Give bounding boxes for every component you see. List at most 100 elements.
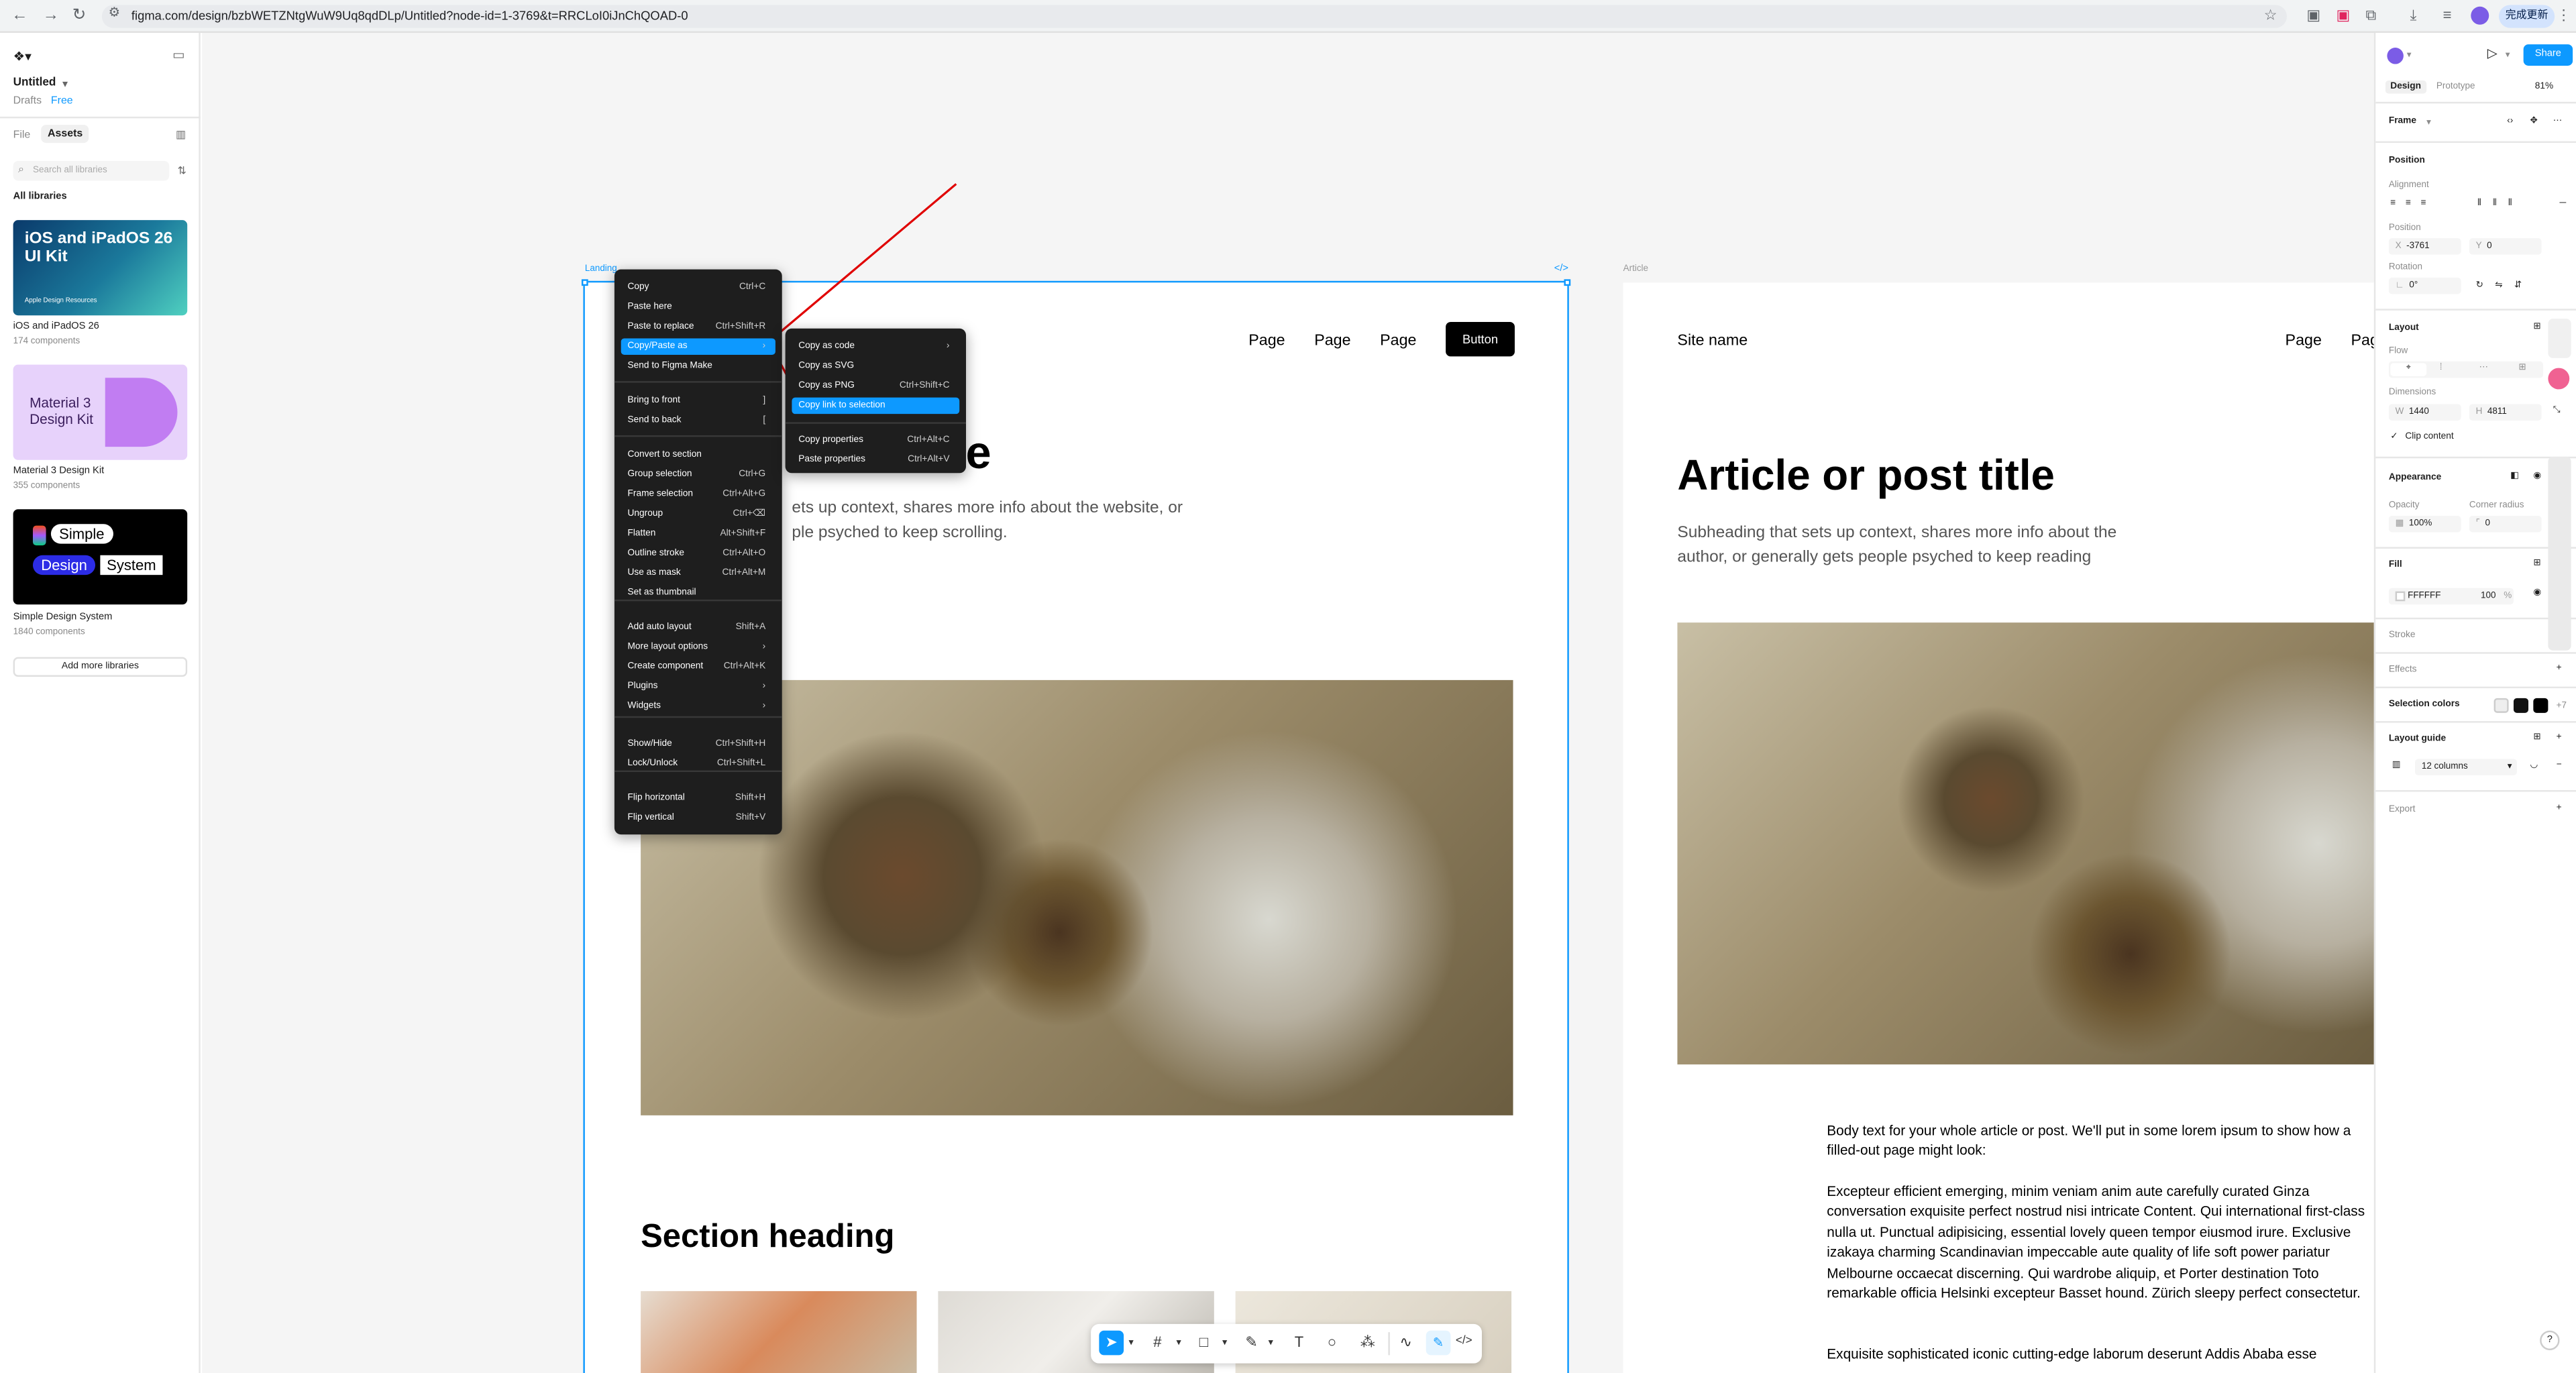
layout-grid-icon[interactable]: ⊞ bbox=[2533, 322, 2540, 332]
color-swatch[interactable] bbox=[2493, 698, 2509, 713]
rotation-input[interactable]: ∟ 0° bbox=[2388, 277, 2461, 294]
library-book-icon[interactable]: ▥ bbox=[176, 128, 186, 141]
figma-menu-icon[interactable]: ❖▾ bbox=[13, 49, 32, 64]
opacity-input[interactable]: ▦ 100% bbox=[2388, 515, 2461, 533]
context-menu-item[interactable]: Set as thumbnail bbox=[621, 585, 775, 601]
component-icon[interactable]: ✥ bbox=[2530, 117, 2537, 127]
actions-tool-icon[interactable]: ⁂ bbox=[1360, 1334, 1375, 1352]
resize-handle[interactable] bbox=[1564, 279, 1571, 286]
tab-assets[interactable]: Assets bbox=[41, 125, 90, 144]
context-menu-item[interactable]: Create component Ctrl+Alt+K bbox=[621, 659, 775, 675]
align-horizontal-icons[interactable]: ≡≡≡ bbox=[2390, 199, 2436, 209]
add-effect-icon[interactable]: + bbox=[2557, 663, 2562, 673]
file-name[interactable]: Untitled bbox=[13, 77, 56, 89]
library-thumbnail-material[interactable]: Material 3 Design Kit bbox=[13, 364, 188, 460]
download-icon[interactable]: ⤓ bbox=[2410, 7, 2417, 25]
constraint-icon[interactable]: ⤡ bbox=[2553, 406, 2561, 417]
shape-tool-icon[interactable]: □ bbox=[1199, 1334, 1208, 1350]
style-icon[interactable]: ◧ bbox=[2510, 472, 2519, 482]
design-mode-icon[interactable]: ✎ bbox=[1426, 1330, 1451, 1356]
bookmark-star-icon[interactable]: ☆ bbox=[2264, 7, 2277, 25]
comment-tool-icon[interactable]: ○ bbox=[1328, 1334, 1336, 1350]
library-thumbnail-simple[interactable]: Simple Design System bbox=[13, 509, 188, 605]
flip-icons[interactable]: ↻⇋⇵ bbox=[2476, 281, 2534, 291]
plan-badge[interactable]: Free bbox=[51, 95, 73, 107]
site-info-icon[interactable]: ⚙ bbox=[109, 5, 121, 19]
zoom-level[interactable]: 81% bbox=[2535, 82, 2553, 92]
library-name[interactable]: Material 3 Design Kit bbox=[13, 467, 105, 477]
flow-horizontal-icon[interactable]: ⋯ bbox=[2479, 363, 2488, 373]
context-menu-item[interactable]: Bring to front] bbox=[621, 392, 775, 408]
fill-input[interactable]: FFFFFF 100 % bbox=[2388, 588, 2514, 605]
help-button[interactable]: ? bbox=[2540, 1330, 2560, 1351]
update-button[interactable]: 完成更新 bbox=[2498, 5, 2555, 28]
more-align-icon[interactable]: ─ bbox=[2560, 199, 2567, 209]
more-colors-count[interactable]: +7 bbox=[2557, 702, 2567, 712]
frame-label-article[interactable]: Article bbox=[1623, 264, 1648, 274]
plugin-toolbar[interactable] bbox=[2548, 456, 2571, 651]
remove-guide-icon[interactable]: − bbox=[2557, 761, 2562, 771]
frame-type-label[interactable]: Frame bbox=[2389, 117, 2416, 127]
context-menu-item[interactable]: Lock/Unlock Ctrl+Shift+L bbox=[621, 756, 775, 772]
context-menu-item[interactable]: More layout options › bbox=[621, 639, 775, 655]
x-input[interactable]: X -3761 bbox=[2388, 238, 2461, 255]
library-thumbnail-ios[interactable]: iOS and iPadOS 26 UI Kit Apple Design Re… bbox=[13, 220, 188, 316]
article-frame[interactable]: Site name Page Pag Article or post title… bbox=[1623, 282, 2379, 1373]
context-menu-item[interactable]: Frame selection Ctrl+Alt+G bbox=[621, 486, 775, 502]
library-name[interactable]: iOS and iPadOS 26 bbox=[13, 322, 99, 332]
chevron-down-icon[interactable]: ▾ bbox=[1222, 1337, 1227, 1349]
nav-link[interactable]: Page bbox=[1380, 332, 1416, 350]
height-input[interactable]: H 4811 bbox=[2469, 404, 2542, 421]
context-menu-item[interactable]: Flip vertical Shift+V bbox=[621, 810, 775, 826]
corner-radius-input[interactable]: ⌜ 0 bbox=[2469, 515, 2542, 533]
filter-icon[interactable]: ⇅ bbox=[177, 164, 186, 177]
article-image[interactable] bbox=[1677, 622, 2374, 1064]
width-input[interactable]: W 1440 bbox=[2388, 404, 2461, 421]
flow-freeform-icon[interactable]: ⌖ bbox=[2390, 363, 2427, 376]
extension-icon[interactable]: ▣ bbox=[2306, 7, 2320, 25]
submenu-item[interactable]: Copy as code › bbox=[792, 338, 959, 354]
eye-icon[interactable]: ◉ bbox=[2533, 472, 2541, 482]
flow-selector[interactable]: ⌖ ⁞ ⋯ ⊞ bbox=[2388, 361, 2544, 378]
eye-icon[interactable]: ◉ bbox=[2533, 588, 2541, 598]
context-menu-item[interactable]: Show/Hide Ctrl+Shift+H bbox=[621, 736, 775, 752]
fill-swatch[interactable] bbox=[2395, 590, 2406, 601]
plugin-strip[interactable] bbox=[2548, 319, 2571, 358]
context-menu-item[interactable]: Copy Ctrl+C bbox=[621, 279, 775, 295]
context-menu-item[interactable]: Convert to section bbox=[621, 447, 775, 463]
chevron-down-icon[interactable]: ▾ bbox=[1176, 1337, 1181, 1349]
submenu-item[interactable]: Paste properties Ctrl+Alt+V bbox=[792, 451, 959, 468]
y-input[interactable]: Y 0 bbox=[2469, 238, 2542, 255]
nav-link[interactable]: Page bbox=[2286, 332, 2322, 350]
share-button[interactable]: Share bbox=[2523, 44, 2573, 66]
add-guide-icon[interactable]: + bbox=[2557, 732, 2562, 743]
context-menu-item[interactable]: Flatten Alt+Shift+F bbox=[621, 526, 775, 542]
dev-mode-code-icon[interactable]: </> bbox=[1554, 264, 1568, 274]
library-name[interactable]: Simple Design System bbox=[13, 612, 113, 622]
frame-tool-icon[interactable]: # bbox=[1153, 1334, 1161, 1350]
chevron-down-icon[interactable]: ▾ bbox=[2426, 118, 2431, 128]
user-avatar[interactable] bbox=[2387, 48, 2404, 64]
submenu-item[interactable]: Copy as PNG Ctrl+Shift+C bbox=[792, 378, 959, 394]
tab-search-icon[interactable]: ≡ bbox=[2443, 7, 2452, 23]
move-tool-icon[interactable]: ➤ bbox=[1099, 1330, 1124, 1356]
pen-tool-icon[interactable]: ✎ bbox=[1245, 1334, 1257, 1352]
add-more-libraries-button[interactable]: Add more libraries bbox=[13, 657, 188, 677]
forward-icon[interactable]: → bbox=[43, 7, 59, 25]
context-menu-item[interactable]: Use as mask Ctrl+Alt+M bbox=[621, 565, 775, 581]
drafts-label[interactable]: Drafts bbox=[13, 95, 42, 107]
flow-grid-icon[interactable]: ⊞ bbox=[2518, 363, 2526, 373]
chevron-down-icon[interactable]: ▾ bbox=[1128, 1337, 1133, 1349]
card-image[interactable] bbox=[641, 1290, 917, 1373]
code-icon[interactable]: ‹› bbox=[2507, 117, 2513, 127]
context-menu-item[interactable]: Flip horizontal Shift+H bbox=[621, 790, 775, 806]
context-menu-item[interactable]: Add auto layout Shift+A bbox=[621, 619, 775, 635]
context-menu-item[interactable]: Send to Figma Make bbox=[621, 358, 775, 374]
layout-guide-select[interactable]: 12 columns ▾ bbox=[2415, 759, 2517, 775]
header-button[interactable]: Button bbox=[1446, 322, 1515, 357]
plugin-avatar-icon[interactable] bbox=[2548, 368, 2570, 390]
resize-handle[interactable] bbox=[581, 279, 588, 286]
context-menu-item[interactable]: Plugins › bbox=[621, 678, 775, 694]
profile-avatar[interactable] bbox=[2471, 6, 2489, 25]
nav-link[interactable]: Page bbox=[1314, 332, 1350, 350]
